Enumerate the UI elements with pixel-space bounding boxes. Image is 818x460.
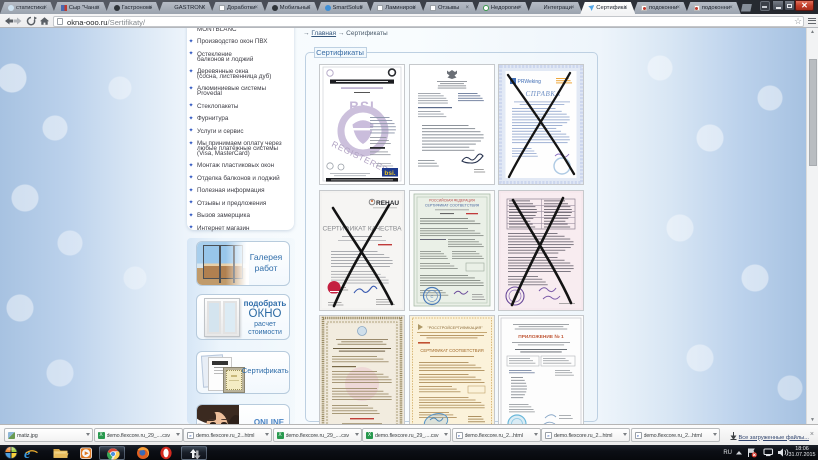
svg-text:e: e bbox=[24, 447, 30, 460]
svg-text:СЕРТИФИКАТ СООТВЕТСТВИЯ: СЕРТИФИКАТ СООТВЕТСТВИЯ bbox=[424, 203, 479, 207]
svg-text:bsi.: bsi. bbox=[384, 170, 395, 177]
svg-text:С: С bbox=[430, 294, 433, 299]
svg-text:СЕРТИФИКАТ КАЧЕСТВА: СЕРТИФИКАТ КАЧЕСТВА bbox=[322, 225, 402, 232]
svg-text:"РОССТРОЙСЕРТИФИКАЦИЯ": "РОССТРОЙСЕРТИФИКАЦИЯ" bbox=[427, 326, 483, 330]
svg-text:РОССИЙСКАЯ ФЕДЕРАЦИЯ: РОССИЙСКАЯ ФЕДЕРАЦИЯ bbox=[429, 198, 475, 202]
svg-text:ПРИЛОЖЕНИЕ № 1: ПРИЛОЖЕНИЕ № 1 bbox=[518, 334, 564, 340]
svg-text:СЕРТИФИКАТ СООТВЕТСТВИЯ: СЕРТИФИКАТ СООТВЕТСТВИЯ bbox=[420, 348, 483, 353]
svg-text:PRWeking: PRWeking bbox=[518, 79, 542, 85]
